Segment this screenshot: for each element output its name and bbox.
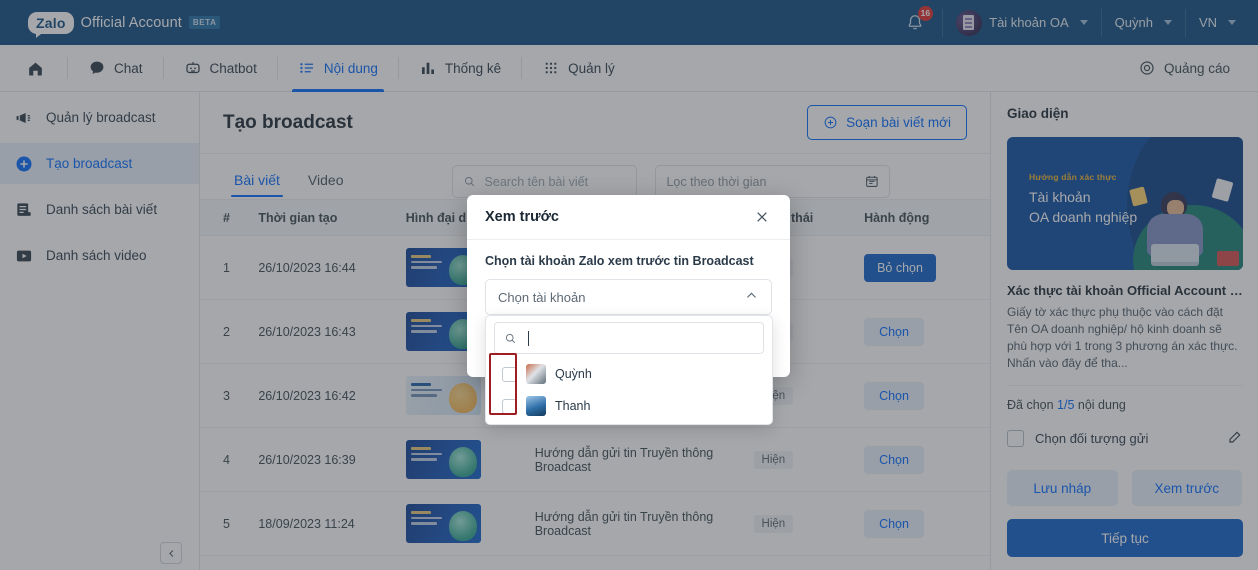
- option-checkbox[interactable]: [502, 366, 517, 382]
- dropdown-option-quynh[interactable]: Quỳnh: [486, 358, 772, 390]
- modal-body: Chọn tài khoản Zalo xem trước tin Broadc…: [467, 240, 790, 315]
- dropdown-option-thanh[interactable]: Thanh: [486, 390, 772, 422]
- avatar: [526, 364, 546, 384]
- account-dropdown: Quỳnh Thanh: [485, 315, 773, 425]
- search-icon: [505, 333, 516, 343]
- modal-title: Xem trước: [485, 209, 560, 225]
- modal-header: Xem trước: [467, 195, 790, 240]
- option-checkbox[interactable]: [502, 398, 517, 414]
- modal-close-button[interactable]: [752, 207, 772, 227]
- app-root: Zalo Official Account BETA 16 Tài khoản …: [0, 0, 1258, 570]
- dropdown-option-list: Quỳnh Thanh: [486, 358, 772, 422]
- option-label: Thanh: [555, 399, 591, 413]
- close-icon: [757, 212, 767, 222]
- modal-field-label: Chọn tài khoản Zalo xem trước tin Broadc…: [485, 254, 754, 268]
- avatar: [526, 396, 546, 416]
- dropdown-search-input[interactable]: [537, 331, 754, 345]
- chevron-up-icon: [744, 288, 759, 306]
- dropdown-search-box[interactable]: [494, 322, 764, 354]
- account-select-value: Chọn tài khoản: [498, 289, 586, 305]
- text-cursor: [527, 330, 529, 346]
- option-label: Quỳnh: [555, 367, 592, 381]
- account-select[interactable]: Chọn tài khoản: [485, 279, 772, 315]
